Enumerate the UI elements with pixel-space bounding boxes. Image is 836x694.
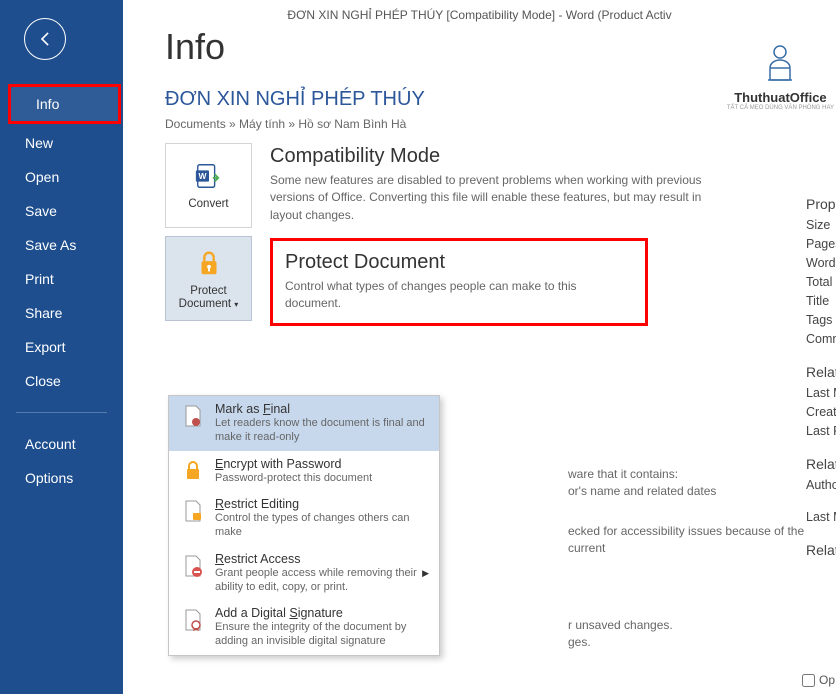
backstage-sidebar: Info New Open Save Save As Print Share E… xyxy=(0,0,123,694)
dd-title: Encrypt with Password xyxy=(215,457,429,471)
prop-size: Size xyxy=(806,218,836,232)
bg-fragment: ges. xyxy=(568,634,591,651)
protect-label: Protect Document ▾ xyxy=(166,285,251,310)
bg-fragment: ware that it contains: xyxy=(568,466,678,483)
compat-heading: Compatibility Mode xyxy=(270,145,836,168)
dd-desc: Control the types of changes others can … xyxy=(215,512,429,540)
dd-mark-as-final[interactable]: Mark as Final Let readers know the docum… xyxy=(169,396,439,451)
prop-created: Create xyxy=(806,405,836,419)
menu-save[interactable]: Save xyxy=(0,194,123,228)
properties-panel: Prope Size Pages Words Total E Title Tag… xyxy=(806,196,836,564)
dd-digital-signature[interactable]: Add a Digital Signature Ensure the integ… xyxy=(169,600,439,655)
dd-title: Mark as Final xyxy=(215,402,429,416)
props-related-dates: Relat xyxy=(806,364,836,380)
prop-title: Title xyxy=(806,294,836,308)
prop-tags: Tags xyxy=(806,313,836,327)
protect-document-tile[interactable]: Protect Document ▾ xyxy=(165,236,252,321)
dd-desc: Password-protect this document xyxy=(215,472,429,486)
protect-document-dropdown: Mark as Final Let readers know the docum… xyxy=(168,395,440,656)
props-heading: Prope xyxy=(806,196,836,212)
compatibility-section: W Convert Compatibility Mode Some new fe… xyxy=(165,143,836,228)
bg-fragment: ecked for accessibility issues because o… xyxy=(568,523,836,558)
lock-shield-icon xyxy=(193,247,225,279)
title-bar: ĐƠN XIN NGHỈ PHÉP THÚY [Compatibility Mo… xyxy=(123,0,836,26)
convert-tile[interactable]: W Convert xyxy=(165,143,252,228)
lock-key-icon xyxy=(179,457,207,485)
prop-last-mod-by: Last M xyxy=(806,510,836,524)
watermark-logo: ThuthuatOffice TẤT CẢ MẸO DÙNG VĂN PHÒNG… xyxy=(727,40,834,111)
prop-author: Autho xyxy=(806,478,836,492)
menu-export[interactable]: Export xyxy=(0,330,123,364)
menu-share[interactable]: Share xyxy=(0,296,123,330)
back-button[interactable] xyxy=(24,18,66,60)
compat-desc: Some new features are disabled to preven… xyxy=(270,172,710,224)
document-final-icon xyxy=(179,402,207,430)
arrow-left-icon xyxy=(35,29,55,49)
menu-print[interactable]: Print xyxy=(0,262,123,296)
menu-save-as[interactable]: Save As xyxy=(0,228,123,262)
menu-close[interactable]: Close xyxy=(0,364,123,398)
convert-label: Convert xyxy=(188,198,228,211)
props-related-docs: Relat xyxy=(806,542,836,558)
chevron-right-icon: ▶ xyxy=(422,568,429,579)
protect-heading: Protect Document xyxy=(285,251,633,274)
props-related-people: Relat xyxy=(806,456,836,472)
prop-words: Words xyxy=(806,256,836,270)
dd-encrypt-password[interactable]: Encrypt with Password Password-protect t… xyxy=(169,451,439,492)
dd-desc: Grant people access while removing their… xyxy=(215,567,422,595)
menu-account[interactable]: Account xyxy=(0,427,123,461)
protect-section: Protect Document ▾ Protect Document Cont… xyxy=(165,236,836,326)
menu-new[interactable]: New xyxy=(0,126,123,160)
bg-fragment: or's name and related dates xyxy=(568,483,716,500)
svg-text:W: W xyxy=(198,171,206,181)
dd-restrict-editing[interactable]: Restrict Editing Control the types of ch… xyxy=(169,491,439,546)
menu-info[interactable]: Info xyxy=(8,84,121,124)
option-checkbox-row[interactable]: Op xyxy=(802,673,835,687)
document-restrict-icon xyxy=(179,552,207,580)
document-lock-icon xyxy=(179,497,207,525)
prop-total-editing: Total E xyxy=(806,275,836,289)
protect-desc: Control what types of changes people can… xyxy=(285,278,633,313)
menu-options[interactable]: Options xyxy=(0,461,123,495)
person-laptop-icon xyxy=(756,40,804,88)
dd-title: Restrict Editing xyxy=(215,497,429,511)
dd-desc: Ensure the integrity of the document by … xyxy=(215,621,429,649)
protect-highlight-box: Protect Document Control what types of c… xyxy=(270,238,648,326)
prop-comments: Comm xyxy=(806,332,836,346)
dd-desc: Let readers know the document is final a… xyxy=(215,417,429,445)
option-checkbox[interactable] xyxy=(802,674,815,687)
option-checkbox-label: Op xyxy=(819,673,835,687)
logo-tagline: TẤT CẢ MẸO DÙNG VĂN PHÒNG HAY xyxy=(727,105,834,111)
logo-brand-text: ThuthuatOffice xyxy=(727,90,834,105)
dd-title: Restrict Access xyxy=(215,552,422,566)
dd-title: Add a Digital Signature xyxy=(215,606,429,620)
document-ribbon-icon xyxy=(179,606,207,634)
bg-fragment: r unsaved changes. xyxy=(568,617,673,634)
menu-open[interactable]: Open xyxy=(0,160,123,194)
prop-pages: Pages xyxy=(806,237,836,251)
breadcrumb: Documents » Máy tính » Hồ sơ Nam Bình Hà xyxy=(165,117,836,131)
word-convert-icon: W xyxy=(193,160,225,192)
prop-last-modified: Last M xyxy=(806,386,836,400)
prop-last-printed: Last Pr xyxy=(806,424,836,438)
dd-restrict-access[interactable]: Restrict Access Grant people access whil… xyxy=(169,546,439,601)
separator xyxy=(16,412,107,413)
